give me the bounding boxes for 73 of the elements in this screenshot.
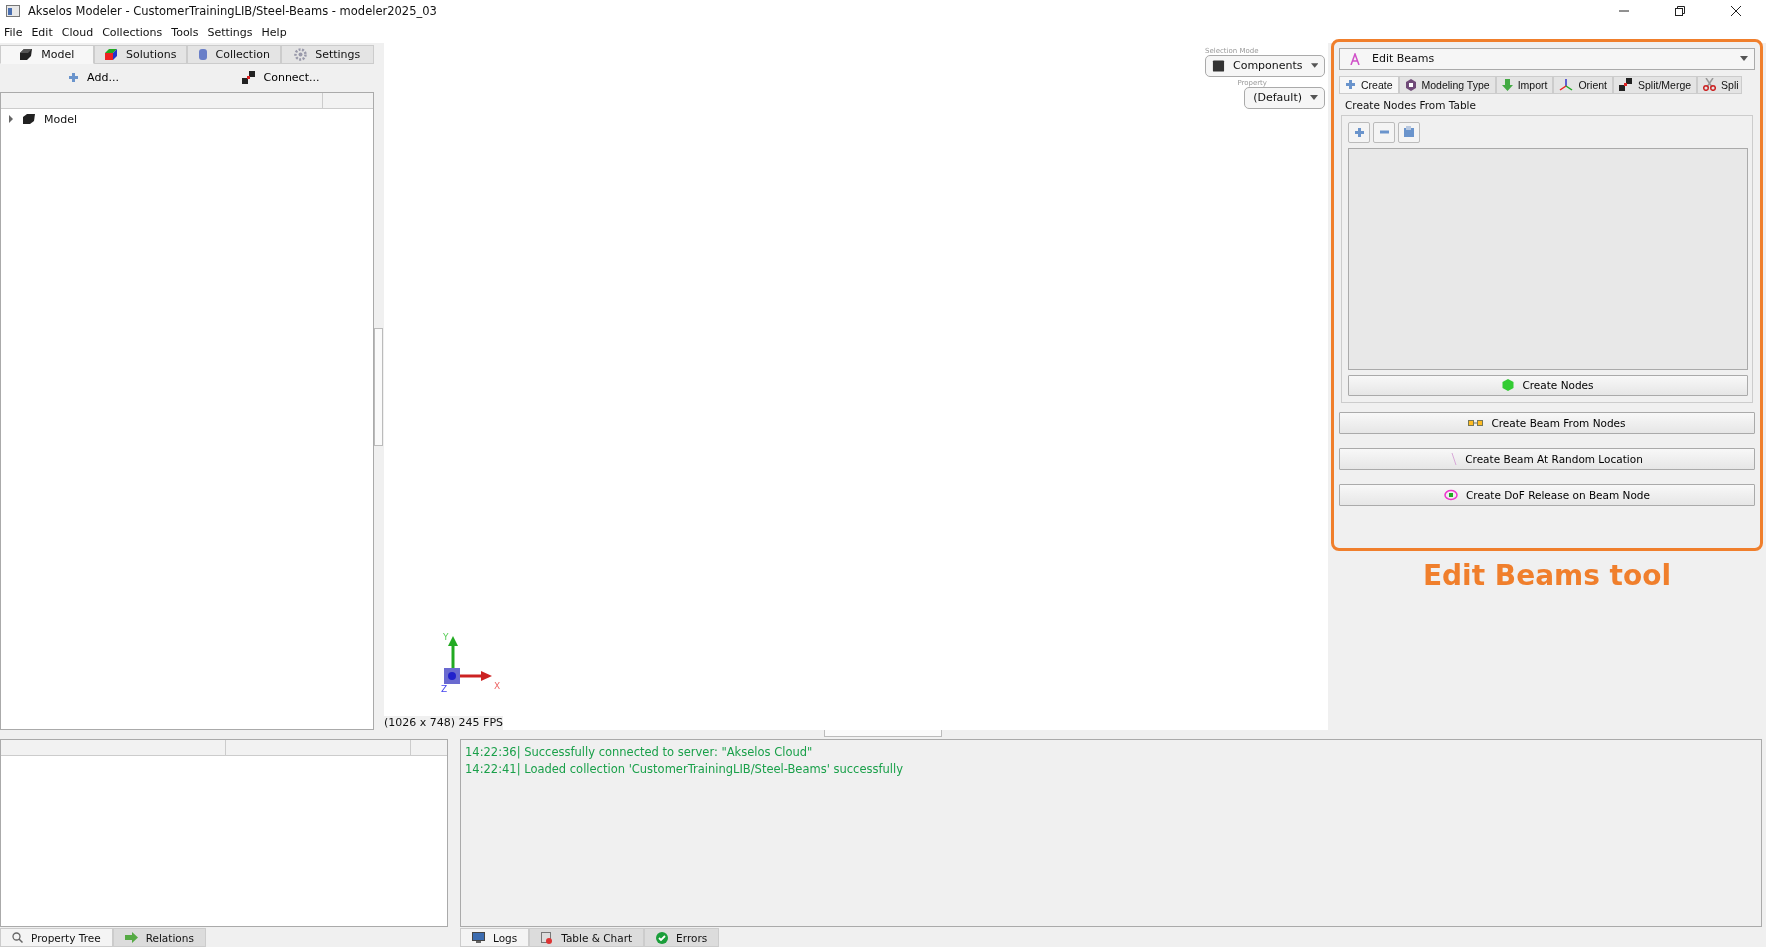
tool-tab[interactable]: Split/Merge <box>1613 75 1698 94</box>
menu-item[interactable]: Cloud <box>61 25 94 39</box>
hexagon-icon <box>1404 78 1417 91</box>
action-button[interactable]: Create Beam From Nodes <box>1339 411 1755 434</box>
down-arrow-icon <box>1501 78 1513 91</box>
expand-arrow-icon[interactable] <box>8 115 14 124</box>
tool-dropdown[interactable]: Edit Beams <box>1339 47 1755 70</box>
axes-icon <box>1559 78 1574 91</box>
toolbar-button[interactable]: Add... <box>0 67 187 88</box>
app-icon <box>6 5 20 17</box>
action-button[interactable]: Create DoF Release on Beam Node <box>1339 483 1755 506</box>
tree-item[interactable]: Model <box>44 112 78 126</box>
table-icon <box>541 931 554 944</box>
panel-tab[interactable]: Relations <box>112 928 206 947</box>
menu-item[interactable]: File <box>4 25 23 39</box>
create-nodes-button[interactable]: Create Nodes <box>1348 374 1748 396</box>
splitter-handle[interactable] <box>374 327 383 446</box>
connect-icon <box>241 70 256 85</box>
toolbar-button[interactable]: Connect... <box>187 67 374 88</box>
panel-tab[interactable]: Collection <box>187 44 281 64</box>
search-icon <box>12 932 23 943</box>
minus-icon <box>1378 130 1390 135</box>
gear-icon <box>294 47 308 61</box>
property-dropdown[interactable]: (Default) <box>1244 86 1325 109</box>
selection-mode-dropdown[interactable]: Components <box>1205 54 1325 77</box>
panel-tab[interactable]: Solutions <box>93 44 187 64</box>
clipboard-icon <box>1403 126 1415 139</box>
add-row-button[interactable] <box>1348 121 1370 143</box>
panel-tab[interactable]: Errors <box>644 928 720 947</box>
plus-icon <box>68 72 80 84</box>
plus-icon <box>1353 126 1365 138</box>
section-title: Create Nodes From Table <box>1345 98 1477 111</box>
tool-tab[interactable]: Create <box>1339 75 1399 94</box>
menu-item[interactable]: Tools <box>171 25 199 39</box>
scissors-icon <box>1703 78 1717 92</box>
action-button[interactable]: Create Beam At Random Location <box>1339 447 1755 470</box>
panel-tab[interactable]: Settings <box>280 44 374 64</box>
close-icon[interactable] <box>1730 5 1742 17</box>
panel-tab[interactable]: Table & Chart <box>529 928 645 947</box>
connect-icon <box>1619 77 1633 92</box>
plus-icon <box>1345 79 1356 91</box>
tool-tab[interactable]: Modeling Type <box>1398 75 1496 94</box>
letter-a-icon <box>1350 52 1360 65</box>
panel-tab[interactable]: Logs <box>460 928 530 947</box>
remove-row-button[interactable] <box>1373 121 1395 143</box>
tool-tab[interactable]: Import <box>1495 75 1554 94</box>
axis-triad-drawing: Y Z X <box>441 632 503 695</box>
caret-icon <box>1740 56 1748 62</box>
log-line: 14:22:36| Successfully connected to server: "Akselos Cloud" <box>465 744 814 762</box>
release-icon <box>1444 488 1458 501</box>
line-icon <box>1451 452 1458 465</box>
right-arrow-icon <box>124 932 138 943</box>
menu-item[interactable]: Settings <box>207 25 253 39</box>
caret-icon <box>1310 95 1318 101</box>
splitter-handle[interactable] <box>824 728 942 738</box>
panel-tab[interactable]: Property Tree <box>0 928 113 947</box>
tool-tab[interactable]: Orient <box>1553 75 1613 94</box>
restore-icon[interactable] <box>1674 5 1686 17</box>
menu-item[interactable]: Help <box>261 25 287 39</box>
caret-icon <box>1310 63 1318 69</box>
monitor-icon <box>472 932 485 943</box>
beam-icon <box>1468 419 1484 426</box>
paste-button[interactable] <box>1398 121 1420 143</box>
log-line: 14:22:41| Loaded collection 'CustomerTrainingLIB/Steel-Beams' successfully <box>465 761 905 779</box>
render-stats: (1026 x 748) 245 FPS <box>384 716 503 731</box>
check-icon <box>656 931 669 944</box>
tool-tab[interactable]: Spli <box>1697 75 1742 94</box>
menu-item[interactable]: Edit <box>31 25 53 39</box>
menu-item[interactable]: Collections <box>102 25 163 39</box>
nodes-table[interactable] <box>1348 147 1748 370</box>
annotation-caption: Edit Beams tool <box>1422 558 1672 592</box>
window-title: Akselos Modeler - CustomerTrainingLIB/Steel-Beams - modeler2025_03 <box>28 4 437 18</box>
panel-tab[interactable]: Model <box>0 44 94 64</box>
